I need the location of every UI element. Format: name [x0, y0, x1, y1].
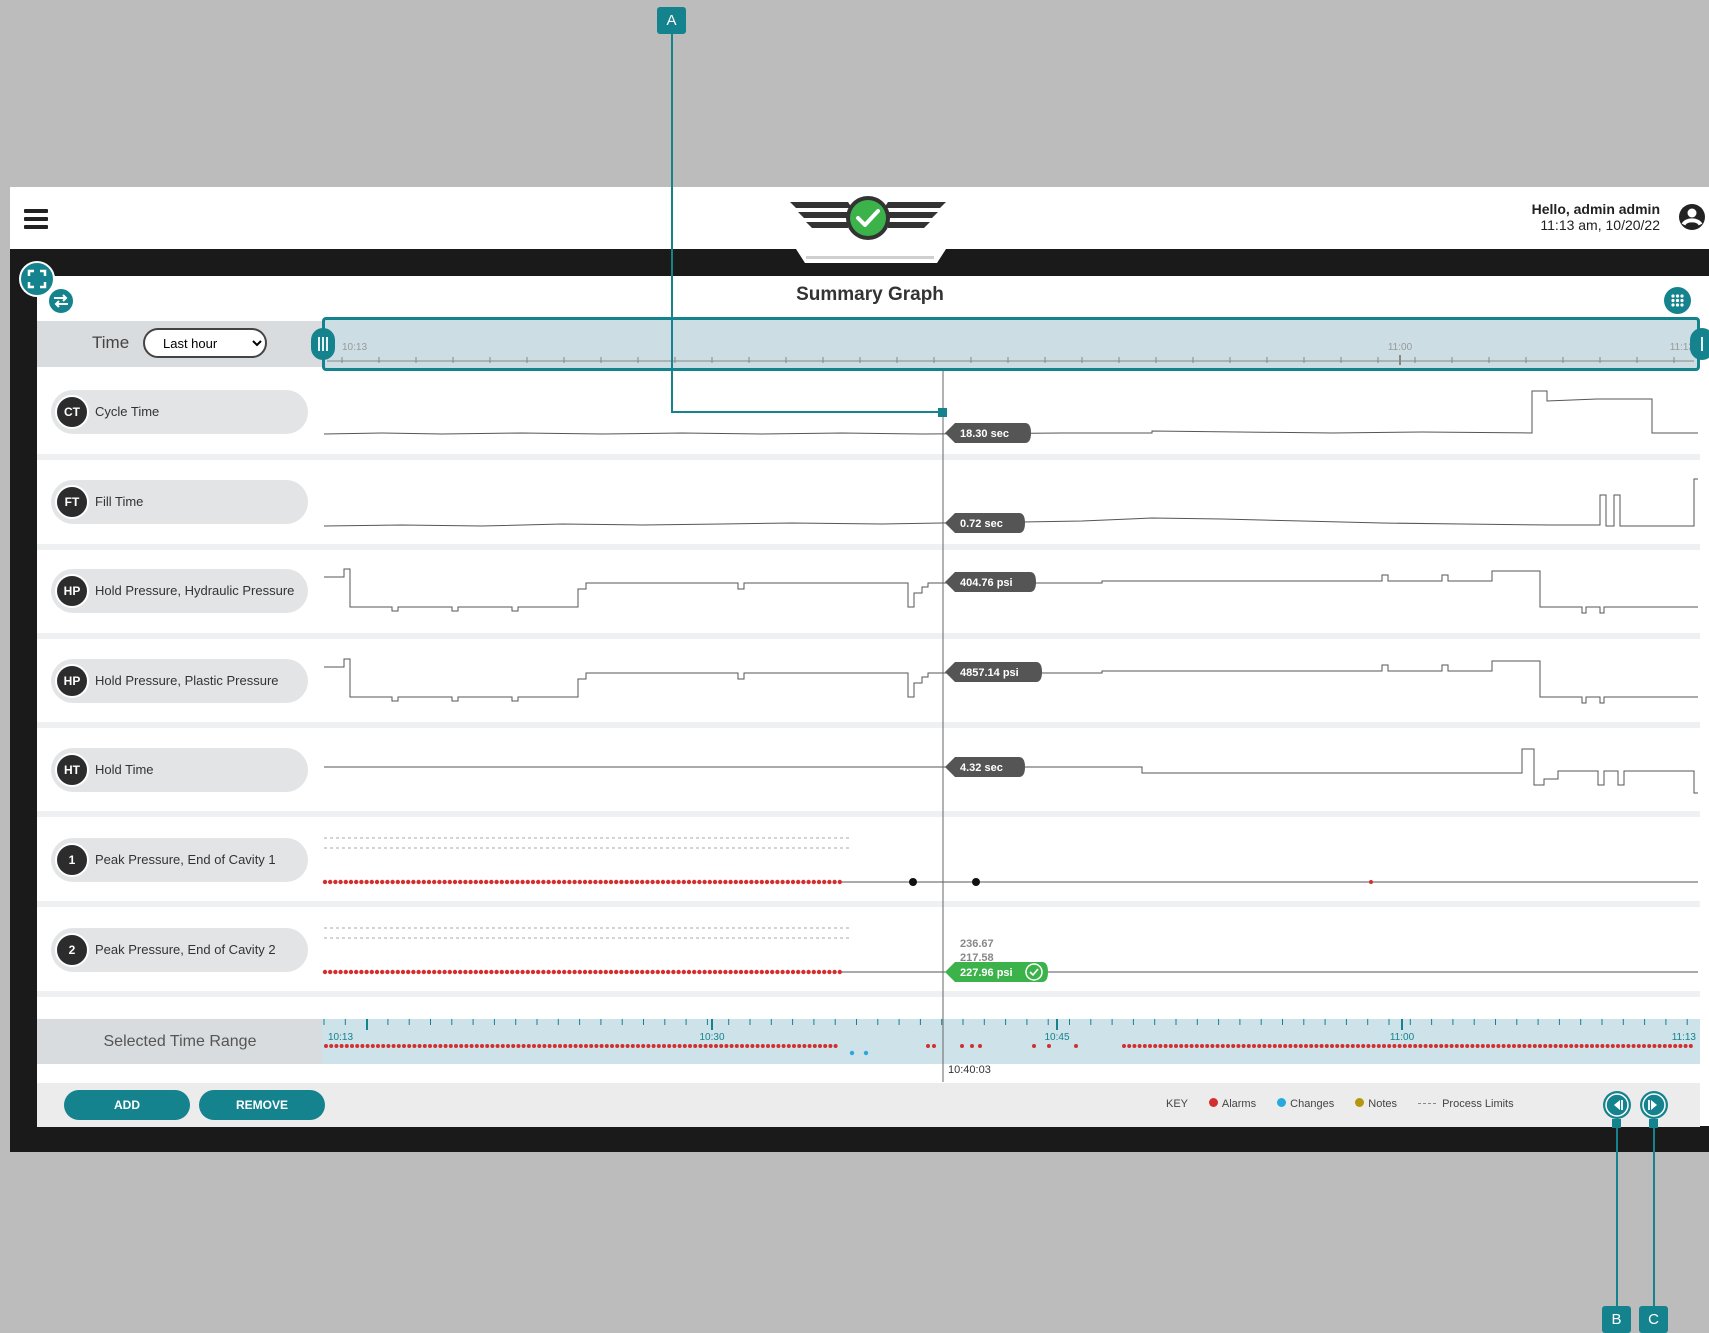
callout-lines	[671, 32, 1658, 1306]
callout-b: B	[1602, 1306, 1631, 1333]
callout-a: A	[657, 7, 686, 34]
callout-c: C	[1639, 1306, 1668, 1333]
